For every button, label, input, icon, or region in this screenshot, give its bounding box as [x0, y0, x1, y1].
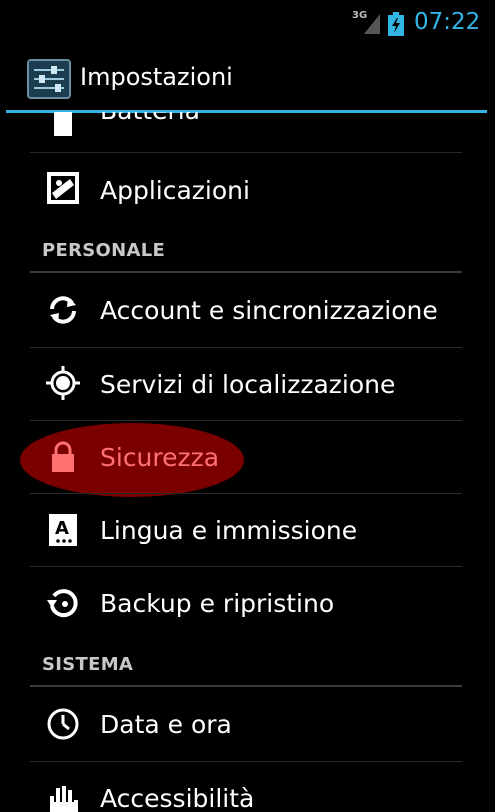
language-icon: A	[49, 514, 77, 546]
svg-text:A: A	[55, 518, 69, 539]
list-item-battery[interactable]: Batteria	[0, 112, 495, 148]
action-bar: Impostazioni	[0, 46, 495, 113]
list-item-label: Backup e ripristino	[100, 589, 335, 618]
list-item-label: Data e ora	[100, 710, 232, 739]
page-title: Impostazioni	[80, 63, 233, 91]
list-item-location[interactable]: Servizi di localizzazione	[0, 348, 495, 420]
section-divider	[30, 271, 462, 273]
applications-icon	[47, 172, 79, 204]
location-icon	[46, 366, 80, 400]
list-item-label: Servizi di localizzazione	[100, 370, 396, 399]
settings-list[interactable]: Batteria Applicazioni PERSONALE Account …	[0, 112, 495, 812]
clock-icon	[47, 708, 79, 740]
list-item-label: Account e sincronizzazione	[100, 296, 438, 325]
list-item-accessibility[interactable]: Accessibilità	[0, 762, 495, 812]
list-item-label: Sicurezza	[100, 443, 220, 472]
list-item-backup[interactable]: Backup e ripristino	[0, 567, 495, 639]
list-item-label: Accessibilità	[100, 784, 255, 812]
battery-charging-icon	[388, 12, 404, 36]
signal-icon	[364, 14, 380, 34]
lock-icon	[52, 441, 74, 472]
list-item-label: Batteria	[100, 112, 200, 125]
list-item-language[interactable]: A Lingua e immissione	[0, 494, 495, 566]
section-header-system: SISTEMA	[42, 654, 134, 675]
sync-icon	[50, 296, 76, 324]
list-item-date-time[interactable]: Data e ora	[0, 688, 495, 760]
section-header-personal: PERSONALE	[42, 240, 166, 261]
list-item-account-sync[interactable]: Account e sincronizzazione	[0, 274, 495, 346]
battery-icon	[54, 112, 72, 136]
section-divider	[30, 685, 462, 687]
status-bar: 3G 07:22	[0, 0, 495, 46]
list-item-security[interactable]: Sicurezza	[0, 421, 495, 493]
list-item-label: Applicazioni	[100, 176, 250, 205]
settings-sliders-icon[interactable]	[27, 59, 71, 99]
list-item-applications[interactable]: Applicazioni	[0, 153, 495, 225]
backup-icon	[47, 589, 78, 618]
accessibility-icon	[50, 786, 78, 812]
list-item-label: Lingua e immissione	[100, 516, 358, 545]
clock-time: 07:22	[414, 9, 481, 35]
